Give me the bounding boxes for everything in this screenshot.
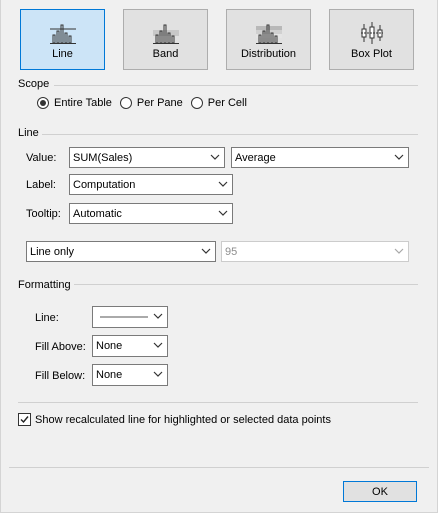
- tab-band-label: Band: [152, 48, 179, 60]
- value-field-dropdown[interactable]: SUM(Sales): [69, 147, 225, 168]
- tooltip-dropdown-text: Automatic: [73, 207, 122, 220]
- formatting-divider: [74, 284, 418, 285]
- chevron-down-icon: [218, 181, 228, 187]
- fill-above-label: Fill Above:: [35, 341, 86, 353]
- line-divider: [42, 134, 418, 135]
- scope-per-cell-radio[interactable]: Per Cell: [190, 97, 247, 109]
- chevron-down-icon: [218, 210, 228, 216]
- line-mode-dropdown[interactable]: Line only: [26, 241, 216, 262]
- label-label: Label:: [26, 179, 56, 191]
- value-aggregation-text: Average: [235, 151, 276, 164]
- box-plot-icon: [360, 22, 383, 44]
- reference-type-tabs: Line Band Distribution Box Plot: [0, 0, 438, 75]
- label-dropdown-text: Computation: [73, 178, 136, 191]
- line-icon: [49, 24, 76, 44]
- chevron-down-icon: [201, 248, 211, 254]
- fill-above-text: None: [96, 340, 123, 352]
- scope-divider: [54, 85, 418, 86]
- recalc-divider: [18, 402, 418, 403]
- value-label: Value:: [26, 152, 57, 164]
- band-icon: [152, 24, 179, 44]
- tab-band[interactable]: Band: [123, 9, 208, 70]
- chevron-down-icon: [394, 154, 404, 160]
- radio-dot[interactable]: [190, 97, 203, 109]
- format-line-label: Line:: [35, 312, 59, 324]
- tab-line-label: Line: [52, 48, 73, 60]
- tab-distribution-label: Distribution: [240, 48, 297, 60]
- radio-dot[interactable]: [37, 97, 49, 109]
- chevron-down-icon: [153, 342, 163, 348]
- tab-line[interactable]: Line: [20, 9, 105, 70]
- tooltip-label: Tooltip:: [26, 208, 61, 220]
- chevron-down-icon: [153, 371, 163, 377]
- line-mode-text: Line only: [30, 245, 75, 258]
- scope-per-cell-label: Per Cell: [207, 97, 247, 109]
- ok-button[interactable]: OK: [343, 481, 417, 502]
- fill-below-dropdown[interactable]: None: [92, 364, 168, 386]
- scope-radio-group: Entire Table Per Pane Per Cell: [37, 97, 255, 109]
- label-dropdown[interactable]: Computation: [69, 174, 233, 195]
- scope-per-pane-label: Per Pane: [136, 97, 183, 109]
- confidence-dropdown[interactable]: 95: [221, 241, 409, 262]
- fill-above-dropdown[interactable]: None: [92, 335, 168, 357]
- formatting-heading: Formatting: [18, 279, 71, 291]
- line-style-swatch: [100, 316, 148, 318]
- checkmark-icon: [20, 416, 29, 424]
- tab-distribution[interactable]: Distribution: [226, 9, 311, 70]
- scope-entire-table-label: Entire Table: [54, 97, 112, 109]
- fill-below-label: Fill Below:: [35, 370, 86, 382]
- distribution-icon: [255, 24, 282, 44]
- tab-box-plot[interactable]: Box Plot: [329, 9, 414, 70]
- scope-heading: Scope: [18, 78, 50, 90]
- scope-per-pane-radio[interactable]: Per Pane: [119, 97, 183, 109]
- radio-dot[interactable]: [119, 97, 132, 109]
- recalc-checkbox-row[interactable]: Show recalculated line for highlighted o…: [18, 413, 331, 426]
- value-aggregation-dropdown[interactable]: Average: [231, 147, 409, 168]
- line-heading: Line: [18, 127, 39, 139]
- confidence-text: 95: [225, 245, 238, 258]
- value-field-text: SUM(Sales): [73, 151, 133, 164]
- chevron-down-icon: [210, 154, 220, 160]
- line-style-dropdown[interactable]: [92, 306, 168, 328]
- recalc-checkbox[interactable]: [18, 413, 31, 426]
- scope-entire-table-radio[interactable]: Entire Table: [37, 97, 112, 109]
- chevron-down-icon: [153, 313, 163, 319]
- tooltip-dropdown[interactable]: Automatic: [69, 203, 233, 224]
- tab-box-plot-label: Box Plot: [351, 48, 392, 60]
- footer-divider: [9, 467, 429, 468]
- chevron-down-icon: [394, 248, 404, 254]
- recalc-label: Show recalculated line for highlighted o…: [35, 413, 331, 426]
- fill-below-text: None: [96, 369, 123, 381]
